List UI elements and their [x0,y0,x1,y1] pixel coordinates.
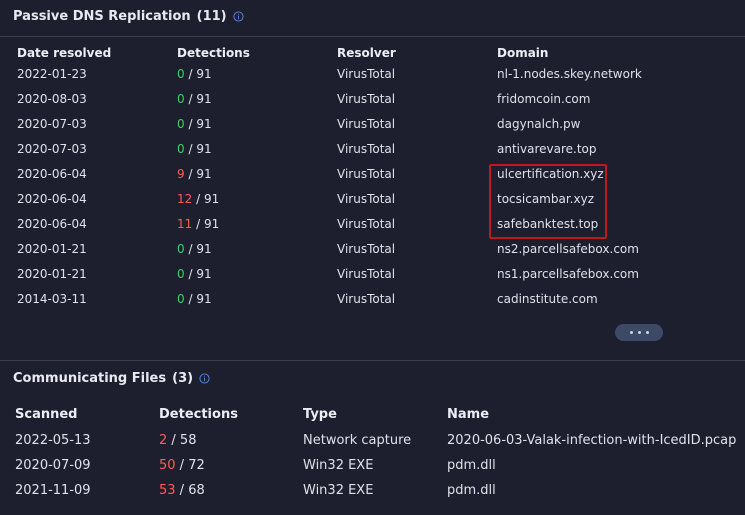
communicating-files-title-text: Communicating Files [13,371,167,386]
date-resolved-cell: 2022-01-23 [17,67,87,81]
scanned-date-cell: 2020-07-09 [15,458,91,473]
file-name-link[interactable]: 2020-06-03-Valak-infection-with-IcedID.p… [447,433,736,448]
scanned-date-cell: 2021-11-09 [15,483,91,498]
section-divider [0,36,745,37]
col-header-date-resolved[interactable]: Date resolved [17,46,111,60]
detections-cell: 50 / 72 [159,458,205,473]
detections-total: / 91 [184,292,212,306]
detections-cell: 12 / 91 [177,192,219,206]
date-resolved-cell: 2020-07-03 [17,117,87,131]
resolver-cell: VirusTotal [337,92,396,106]
date-resolved-cell: 2020-08-03 [17,92,87,106]
resolver-cell: VirusTotal [337,117,396,131]
detections-count: 0 [177,92,185,106]
detections-cell: 0 / 91 [177,142,212,156]
passive-dns-count: (11) [196,9,227,24]
detections-total: / 91 [184,92,212,106]
resolver-cell: VirusTotal [337,67,396,81]
detections-total: / 91 [184,117,212,131]
detections-cell: 0 / 91 [177,117,212,131]
detections-total: / 91 [192,217,220,231]
col-header-type[interactable]: Type [303,407,337,422]
date-resolved-cell: 2020-06-04 [17,192,87,206]
col-header-resolver[interactable]: Resolver [337,46,396,60]
file-name-link[interactable]: pdm.dll [447,483,496,498]
file-name-link[interactable]: pdm.dll [447,458,496,473]
detections-cell: 0 / 91 [177,292,212,306]
domain-link[interactable]: fridomcoin.com [497,92,590,106]
detections-count: 0 [177,267,185,281]
detections-count: 12 [177,192,193,206]
resolver-cell: VirusTotal [337,292,396,306]
domain-link[interactable]: antivarevare.top [497,142,597,156]
date-resolved-cell: 2020-01-21 [17,267,87,281]
detections-cell: 9 / 91 [177,167,212,181]
detections-cell: 0 / 91 [177,92,212,106]
passive-dns-title: Passive DNS Replication (11) [13,9,244,24]
detections-total: / 58 [167,433,197,448]
detections-count: 50 [159,458,176,473]
date-resolved-cell: 2014-03-11 [17,292,87,306]
detections-count: 0 [177,242,185,256]
detections-total: / 68 [175,483,205,498]
date-resolved-cell: 2020-06-04 [17,167,87,181]
detections-count: 0 [177,117,185,131]
date-resolved-cell: 2020-07-03 [17,142,87,156]
communicating-files-count: (3) [172,371,194,386]
detections-total: / 91 [184,142,212,156]
resolver-cell: VirusTotal [337,167,396,181]
detections-count: 0 [177,67,185,81]
col-header-domain[interactable]: Domain [497,46,548,60]
col-header-scanned[interactable]: Scanned [15,407,77,422]
date-resolved-cell: 2020-01-21 [17,242,87,256]
col-header-detections[interactable]: Detections [159,407,238,422]
file-type-cell: Win32 EXE [303,483,374,498]
date-resolved-cell: 2020-06-04 [17,217,87,231]
scanned-date-cell: 2022-05-13 [15,433,91,448]
col-header-detections[interactable]: Detections [177,46,250,60]
detections-total: / 72 [175,458,205,473]
resolver-cell: VirusTotal [337,217,396,231]
domain-link[interactable]: cadinstitute.com [497,292,598,306]
highlight-box [489,164,607,239]
detections-cell: 11 / 91 [177,217,219,231]
detections-cell: 2 / 58 [159,433,196,448]
detections-count: 11 [177,217,193,231]
info-icon[interactable] [199,373,210,384]
detections-cell: 0 / 91 [177,67,212,81]
detections-count: 0 [177,292,185,306]
resolver-cell: VirusTotal [337,142,396,156]
communicating-files-title: Communicating Files (3) [13,371,210,386]
detections-total: / 91 [184,242,212,256]
ellipsis-dot [637,331,641,334]
detections-cell: 53 / 68 [159,483,205,498]
detections-cell: 0 / 91 [177,242,212,256]
detections-total: / 91 [184,267,212,281]
resolver-cell: VirusTotal [337,267,396,281]
info-icon[interactable] [233,11,244,22]
ellipsis-dot [645,331,649,334]
col-header-name[interactable]: Name [447,407,489,422]
detections-total: / 91 [184,67,212,81]
ellipsis-dot [629,331,633,334]
resolver-cell: VirusTotal [337,192,396,206]
file-type-cell: Win32 EXE [303,458,374,473]
detections-total: / 91 [184,167,212,181]
passive-dns-title-text: Passive DNS Replication [13,9,191,24]
ellipsis-icon[interactable] [615,324,663,341]
detections-count: 0 [177,142,185,156]
section-divider [0,360,745,361]
domain-link[interactable]: ns1.parcellsafebox.com [497,267,639,281]
file-type-cell: Network capture [303,433,412,448]
detections-count: 53 [159,483,176,498]
detections-count: 9 [177,167,185,181]
domain-link[interactable]: dagynalch.pw [497,117,580,131]
resolver-cell: VirusTotal [337,242,396,256]
domain-link[interactable]: nl-1.nodes.skey.network [497,67,642,81]
detections-total: / 91 [192,192,220,206]
detections-cell: 0 / 91 [177,267,212,281]
domain-link[interactable]: ns2.parcellsafebox.com [497,242,639,256]
